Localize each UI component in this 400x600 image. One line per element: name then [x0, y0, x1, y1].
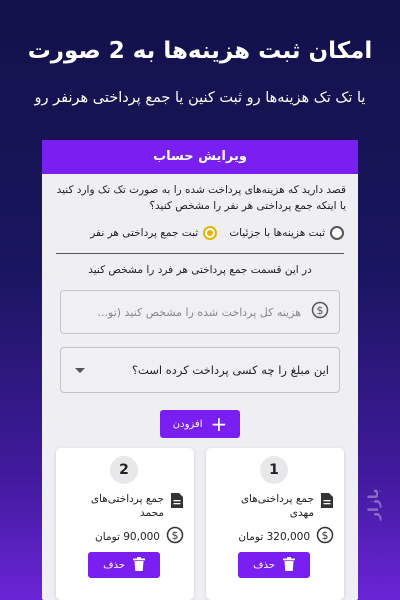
radio-label: ثبت جمع پرداختی هر نفر	[90, 227, 199, 239]
dialog-title: ویرایش حساب	[42, 140, 358, 174]
delete-button[interactable]: حذف	[88, 552, 160, 578]
entry-amount: 320,000 تومان	[238, 530, 310, 543]
delete-button[interactable]: حذف	[238, 552, 310, 578]
amount-field[interactable]: $	[60, 290, 340, 334]
dollar-icon: $	[316, 526, 334, 547]
payer-select[interactable]: این مبلغ را چه کسی پرداخت کرده است؟	[60, 347, 340, 393]
radio-selected-icon	[203, 226, 218, 240]
entry-amount-row: $ 320,000 تومان	[210, 526, 334, 547]
payer-select-label: این مبلغ را چه کسی پرداخت کرده است؟	[131, 363, 329, 377]
edit-account-dialog: ویرایش حساب قصد دارید که هزینه‌های پرداخ…	[42, 140, 358, 600]
svg-text:$: $	[322, 529, 329, 542]
document-icon	[170, 492, 184, 513]
radio-detailed-expenses[interactable]: ثبت هزینه‌ها با جزئیات	[229, 226, 344, 240]
entry-card: 1 جمع پرداختی‌های مهدی $ 320,000 تومان ح…	[206, 448, 344, 600]
radio-unselected-icon	[330, 226, 344, 240]
entry-number: 2	[110, 456, 138, 484]
svg-text:$: $	[317, 304, 324, 317]
plus-icon: +	[210, 412, 228, 436]
dollar-icon: $	[311, 301, 329, 323]
instruction-text: در این قسمت جمع پرداختی هر فرد را مشخص ک…	[88, 264, 312, 276]
entry-card: 2 جمع پرداختی‌های محمد $ 90,000 تومان حذ…	[56, 448, 194, 600]
store-watermark: بازار	[366, 488, 382, 520]
promo-headline: امکان ثبت هزینه‌ها به 2 صورت	[27, 38, 373, 64]
mode-question: قصد دارید که هزینه‌های پرداخت شده را به …	[56, 184, 346, 212]
trash-icon	[282, 556, 295, 574]
entry-amount: 90,000 تومان	[95, 530, 160, 543]
delete-button-label: حذف	[103, 559, 125, 571]
entry-amount-row: $ 90,000 تومان	[60, 526, 184, 547]
add-button-label: افزودن	[172, 418, 203, 430]
entry-title: جمع پرداختی‌های مهدی	[240, 493, 314, 519]
entry-title-row: جمع پرداختی‌های مهدی	[214, 492, 334, 520]
promo-subline: یا تک تک هزینه‌ها رو ثبت کنین یا جمع پرد…	[34, 90, 366, 106]
entry-title-row: جمع پرداختی‌های محمد	[64, 492, 184, 520]
add-button[interactable]: + افزودن	[160, 410, 240, 438]
dropdown-arrow-icon	[75, 367, 85, 373]
radio-total-per-person[interactable]: ثبت جمع پرداختی هر نفر	[90, 226, 218, 240]
dollar-icon: $	[166, 526, 184, 547]
trash-icon	[132, 556, 145, 574]
svg-text:$: $	[172, 529, 179, 542]
document-icon	[320, 492, 334, 513]
delete-button-label: حذف	[253, 559, 275, 571]
mode-radio-group: ثبت هزینه‌ها با جزئیات ثبت جمع پرداختی ه…	[42, 226, 358, 240]
radio-label: ثبت هزینه‌ها با جزئیات	[229, 227, 325, 239]
divider	[56, 253, 344, 254]
amount-input[interactable]	[61, 304, 303, 320]
entry-number: 1	[260, 456, 288, 484]
entry-title: جمع پرداختی‌های محمد	[90, 493, 164, 519]
